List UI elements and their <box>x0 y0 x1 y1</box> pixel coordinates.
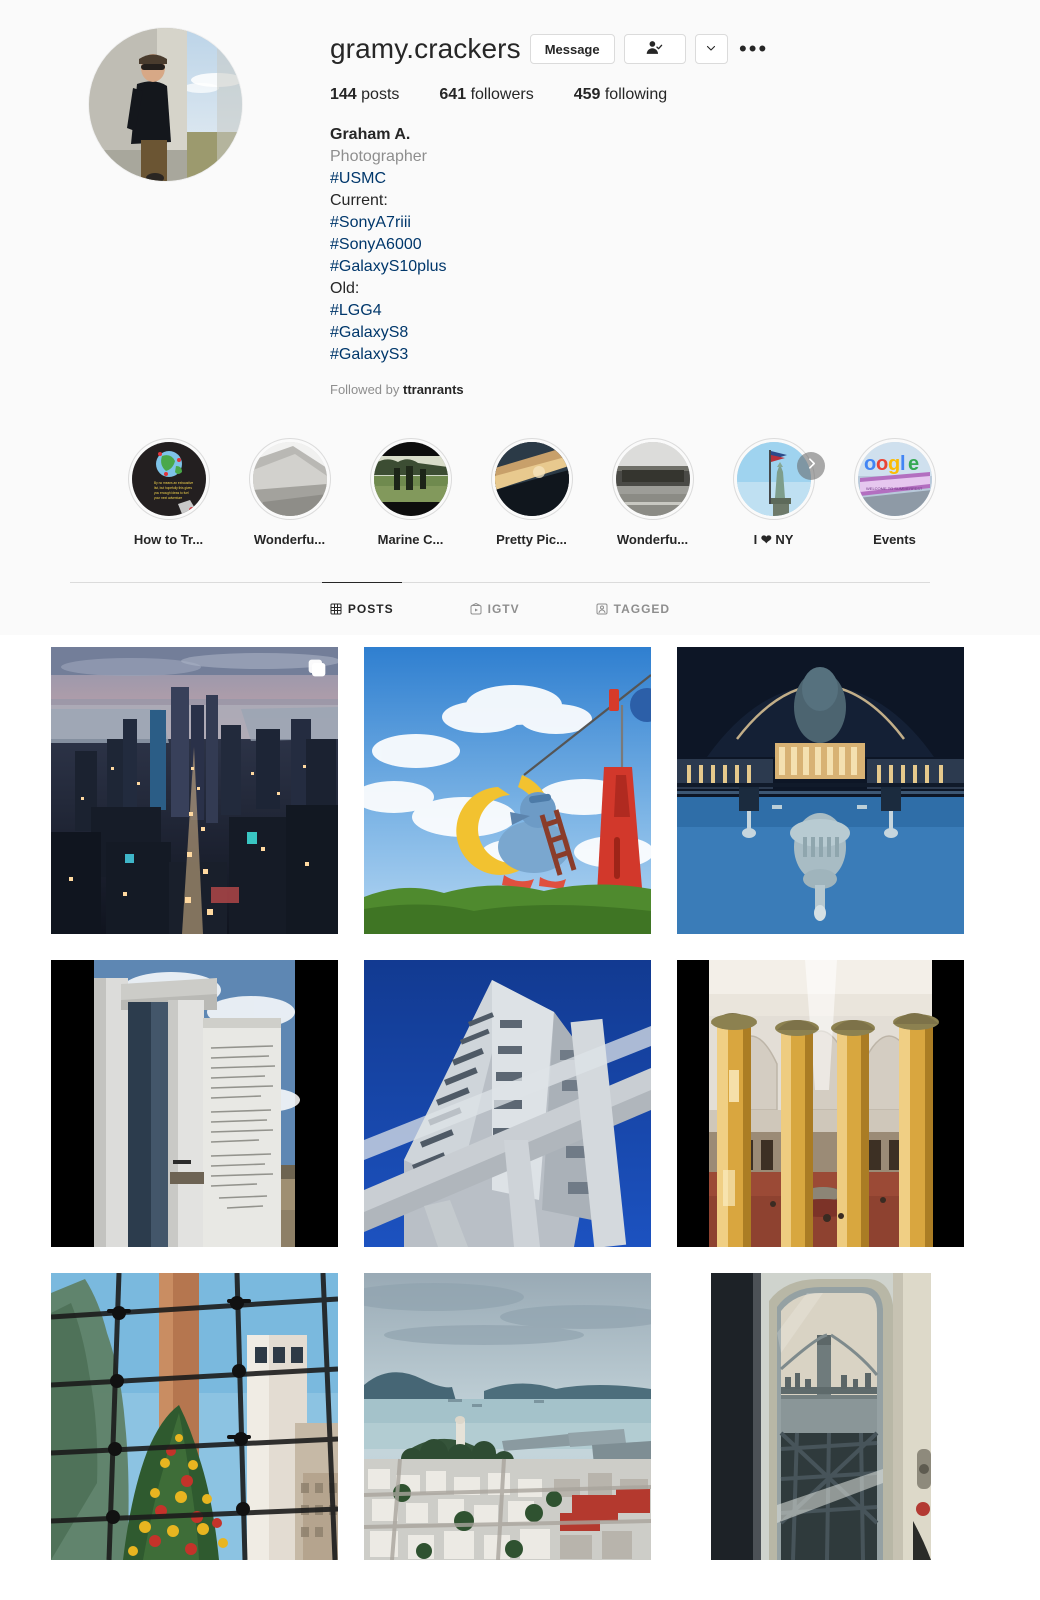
highlight-marine-corps[interactable]: Marine C... <box>350 439 471 548</box>
tab-label: IGTV <box>487 602 520 616</box>
stats-row: 144 posts 641 followers 459 following <box>330 86 1040 104</box>
svg-text:e: e <box>908 453 919 475</box>
highlight-cover-travel-globe: By no means an exhaustive list, but hope… <box>131 442 206 516</box>
highlight-cover-liberty-flag <box>736 442 811 516</box>
following-dropdown-button[interactable] <box>694 34 728 64</box>
svg-text:o: o <box>864 453 876 475</box>
following-button[interactable] <box>623 34 686 64</box>
highlight-cover-field-soldiers <box>373 442 448 516</box>
bio-line-4[interactable]: #GalaxyS10plus <box>330 256 1040 278</box>
followed-by-prefix: Followed by <box>330 382 403 397</box>
bio-line-7[interactable]: #GalaxyS8 <box>330 322 1040 344</box>
highlight-ring <box>612 439 693 519</box>
highlight-label: I ❤ NY <box>753 532 794 547</box>
bio-line-1: Current: <box>330 192 388 209</box>
carousel-icon <box>307 658 327 678</box>
stat-posts: 144 posts <box>330 86 400 103</box>
highlight-label: How to Tr... <box>133 532 204 547</box>
bio-line-2[interactable]: #SonyA7riii <box>330 212 1040 234</box>
highlight-label: Events <box>873 532 916 547</box>
highlight-ring: o o g l e WELCOME TO SUMMERFEST <box>854 439 935 519</box>
bio-line-6[interactable]: #LGG4 <box>330 300 1040 322</box>
bio-line-0[interactable]: #USMC <box>330 168 1040 190</box>
highlight-events[interactable]: o o g l e WELCOME TO SUMMERFEST Events <box>834 439 955 548</box>
svg-text:list, but hopefully this gives: list, but hopefully this gives <box>154 486 192 490</box>
stat-followers[interactable]: 641 followers <box>439 86 533 104</box>
tab-posts[interactable]: POSTS <box>321 582 402 635</box>
svg-text:g: g <box>888 453 900 475</box>
bio-category: Photographer <box>330 148 427 165</box>
svg-text:o: o <box>876 453 888 475</box>
highlight-label: Wonderfu... <box>616 532 689 547</box>
highlight-ring <box>249 439 330 519</box>
svg-text:your next adventure: your next adventure <box>154 496 182 500</box>
post-grid <box>0 635 1040 1560</box>
igtv-icon <box>470 603 482 615</box>
followed-by-names[interactable]: ttranrants <box>403 382 464 397</box>
post-christmas-tree[interactable] <box>51 1273 338 1560</box>
chevron-down-icon <box>705 42 717 57</box>
bio: Graham A. Photographer #USMC Current: #S… <box>330 124 1040 366</box>
message-button[interactable]: Message <box>529 34 615 64</box>
chevron-right-icon <box>805 457 818 475</box>
tagged-icon <box>596 603 608 615</box>
avatar[interactable] <box>88 28 242 181</box>
svg-text:WELCOME TO SUMMERFEST: WELCOME TO SUMMERFEST <box>866 486 923 491</box>
highlight-label: Wonderfu... <box>253 532 326 547</box>
tab-label: TAGGED <box>613 602 671 616</box>
instagram-profile-page: gramy.crackers Message ••• 144 posts 641… <box>0 0 1040 1600</box>
highlight-ring <box>370 439 451 519</box>
svg-text:you enough ideas to fuel: you enough ideas to fuel <box>154 491 189 495</box>
profile-tabs: POSTS IGTV TAGGED <box>70 582 930 635</box>
highlight-cover-monument-stone <box>252 442 327 516</box>
post-sf-bay[interactable] <box>364 1273 651 1560</box>
post-tower-upward[interactable] <box>364 960 651 1247</box>
highlight-ring: By no means an exhaustive list, but hope… <box>128 439 209 519</box>
highlight-pretty-pics[interactable]: Pretty Pic... <box>471 439 592 548</box>
highlight-how-to-travel[interactable]: By no means an exhaustive list, but hope… <box>108 439 229 548</box>
post-guidestones[interactable] <box>51 960 338 1247</box>
more-options-button[interactable]: ••• <box>737 34 771 64</box>
highlight-label: Pretty Pic... <box>496 532 567 547</box>
bio-line-5: Old: <box>330 280 360 297</box>
highlight-cover-sunset-rail <box>494 442 569 516</box>
highlight-wonderful-1[interactable]: Wonderfu... <box>229 439 350 548</box>
bio-line-3[interactable]: #SonyA6000 <box>330 234 1040 256</box>
highlight-ring <box>733 439 814 519</box>
avatar-column <box>0 16 330 397</box>
stat-following[interactable]: 459 following <box>574 86 667 104</box>
person-check-icon <box>646 39 663 59</box>
followed-by: Followed by ttranrants <box>330 382 1040 397</box>
highlight-cover-roadside-building <box>615 442 690 516</box>
username-row: gramy.crackers Message ••• <box>330 30 1040 68</box>
post-museum-columns[interactable] <box>677 960 964 1247</box>
post-capitol-reflection[interactable] <box>677 647 964 934</box>
post-nyc-dusk[interactable] <box>51 647 338 934</box>
profile-info: gramy.crackers Message ••• 144 posts 641… <box>330 16 1040 397</box>
story-highlights: By no means an exhaustive list, but hope… <box>0 397 1040 548</box>
highlights-next-button[interactable] <box>797 452 825 480</box>
tab-label: POSTS <box>347 602 394 616</box>
svg-text:l: l <box>900 453 906 475</box>
svg-text:By no means an exhaustive: By no means an exhaustive <box>154 481 193 485</box>
post-train-window[interactable] <box>677 1273 964 1560</box>
tab-igtv[interactable]: IGTV <box>462 582 528 635</box>
tab-tagged[interactable]: TAGGED <box>588 582 678 635</box>
bio-fullname: Graham A. <box>330 126 411 143</box>
post-duck-sculpture[interactable] <box>364 647 651 934</box>
profile-header: gramy.crackers Message ••• 144 posts 641… <box>0 0 1040 635</box>
highlight-label: Marine C... <box>377 532 444 547</box>
highlight-wonderful-2[interactable]: Wonderfu... <box>592 439 713 548</box>
grid-icon <box>330 603 342 615</box>
bio-line-8[interactable]: #GalaxyS3 <box>330 344 1040 366</box>
username: gramy.crackers <box>330 33 521 64</box>
highlight-cover-google-sign: o o g l e WELCOME TO SUMMERFEST <box>857 442 932 516</box>
highlight-ring <box>491 439 572 519</box>
